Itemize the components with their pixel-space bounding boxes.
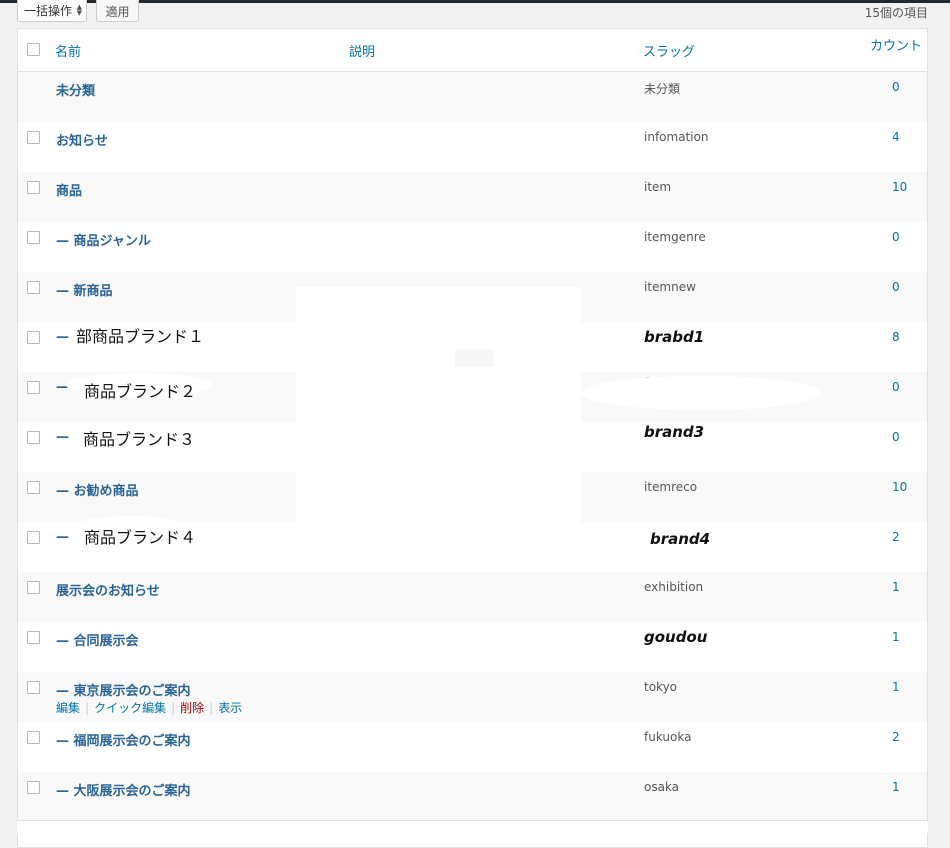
- redaction-inner: [455, 349, 494, 367]
- table-footer: [17, 820, 928, 833]
- row-checkbox[interactable]: [27, 781, 40, 794]
- category-name-link[interactable]: — 商品ジャンル: [56, 230, 151, 249]
- table-row: 展示会のお知らせ exhibition 1: [18, 572, 927, 622]
- category-slug: goudou: [644, 628, 708, 646]
- category-count-link[interactable]: 4: [892, 130, 900, 144]
- category-count-link[interactable]: 0: [892, 380, 900, 394]
- row-checkbox[interactable]: [27, 531, 40, 544]
- row-checkbox[interactable]: [27, 681, 40, 694]
- column-name[interactable]: 名前: [55, 41, 81, 60]
- category-slug: brand4: [650, 530, 711, 548]
- category-name-link[interactable]: — 新商品: [56, 280, 113, 299]
- table-row: お知らせ infomation 4: [18, 122, 927, 172]
- category-slug: osaka: [644, 780, 680, 794]
- category-count-link[interactable]: 1: [892, 630, 900, 644]
- category-count-link[interactable]: 1: [892, 580, 900, 594]
- row-checkbox[interactable]: [27, 381, 40, 394]
- view-link[interactable]: 表示: [218, 701, 242, 715]
- column-description[interactable]: 説明: [349, 41, 375, 60]
- category-slug: itemreco: [644, 480, 698, 494]
- category-count-link[interactable]: 1: [892, 680, 900, 694]
- category-count-link[interactable]: 8: [892, 330, 900, 344]
- edit-link[interactable]: 編集: [56, 701, 80, 715]
- category-name-link[interactable]: 展示会のお知らせ: [56, 580, 160, 599]
- quick-edit-link[interactable]: クイック編集: [94, 701, 166, 715]
- brand-label: 商品ブランド２: [84, 382, 197, 401]
- bulk-action-select[interactable]: 一括操作 ▲ ▼: [17, 0, 87, 22]
- category-count-link[interactable]: 0: [892, 280, 900, 294]
- category-name-link[interactable]: 商品: [56, 180, 82, 199]
- table-row: — 福岡展示会のご案内 fukuoka 2: [18, 722, 927, 772]
- category-slug: exhibition: [644, 580, 704, 594]
- row-checkbox[interactable]: [27, 281, 40, 294]
- column-slug[interactable]: スラッグ: [643, 41, 695, 60]
- category-count-link[interactable]: 10: [892, 180, 907, 194]
- table-row: 商品 item 10: [18, 172, 927, 222]
- row-actions: 編集 | クイック編集 | 削除 | 表示: [56, 699, 242, 716]
- hierarchy-dash: —: [56, 430, 69, 445]
- category-slug: 未分類: [644, 82, 681, 96]
- category-slug: item: [644, 180, 672, 194]
- category-count-link[interactable]: 0: [892, 430, 900, 444]
- separator: |: [209, 701, 214, 715]
- category-count-link[interactable]: 2: [892, 730, 900, 744]
- row-checkbox[interactable]: [27, 181, 40, 194]
- bulk-action-label: 一括操作: [24, 4, 73, 18]
- table-row: — 商品ジャンル itemgenre 0: [18, 222, 927, 272]
- redaction-block: [296, 287, 581, 527]
- category-slug: infomation: [644, 130, 709, 144]
- table-row: — 大阪展示会のご案内 osaka 1: [18, 772, 927, 822]
- row-checkbox[interactable]: [27, 731, 40, 744]
- category-slug: brand3: [644, 423, 705, 441]
- category-count-link[interactable]: 2: [892, 530, 900, 544]
- row-checkbox[interactable]: [27, 631, 40, 644]
- category-name-link[interactable]: — 福岡展示会のご案内: [56, 730, 191, 749]
- select-arrows-icon: ▲ ▼: [76, 3, 82, 17]
- category-slug: itemgenre: [644, 230, 706, 244]
- category-name-link[interactable]: 未分類: [56, 80, 95, 99]
- category-slug: tokyo: [644, 680, 678, 694]
- category-count-link[interactable]: 0: [892, 80, 900, 94]
- category-slug: brabd1: [644, 328, 705, 346]
- category-name-link[interactable]: お知らせ: [56, 130, 108, 149]
- hierarchy-dash: —: [56, 330, 69, 345]
- select-all-checkbox[interactable]: [27, 43, 40, 56]
- delete-link[interactable]: 削除: [180, 701, 204, 715]
- category-slug: fukuoka: [644, 730, 692, 744]
- redaction-smudge: [581, 376, 821, 410]
- category-count-link[interactable]: 10: [892, 480, 907, 494]
- brand-label: 商品ブランド３: [79, 425, 200, 451]
- row-checkbox[interactable]: [27, 431, 40, 444]
- category-name-link[interactable]: — お勧め商品: [56, 480, 139, 499]
- separator: |: [171, 701, 176, 715]
- category-name-link[interactable]: — 大阪展示会のご案内: [56, 780, 191, 799]
- apply-button[interactable]: 適用: [96, 0, 139, 22]
- category-count-link[interactable]: 1: [892, 780, 900, 794]
- row-checkbox[interactable]: [27, 231, 40, 244]
- category-name-link[interactable]: — 合同展示会: [56, 630, 139, 649]
- table-row: — 東京展示会のご案内 編集 | クイック編集 | 削除 | 表示 tokyo 1: [18, 672, 927, 722]
- row-checkbox[interactable]: [27, 581, 40, 594]
- table-row: 未分類 未分類 0: [18, 72, 927, 122]
- category-count-link[interactable]: 0: [892, 230, 900, 244]
- row-checkbox[interactable]: [27, 131, 40, 144]
- items-count: 15個の項目: [864, 6, 928, 20]
- table-header: 名前 説明 スラッグ カウント: [18, 29, 927, 72]
- brand-label: 部商品ブランド１: [72, 322, 209, 348]
- row-checkbox[interactable]: [27, 481, 40, 494]
- separator: |: [85, 701, 90, 715]
- table-row: — 合同展示会 goudou 1: [18, 622, 927, 672]
- category-slug: itemnew: [644, 280, 696, 294]
- row-checkbox[interactable]: [27, 331, 40, 344]
- admin-top-bar: [0, 0, 950, 3]
- category-name-link[interactable]: — 東京展示会のご案内: [56, 680, 191, 699]
- brand-label: 商品ブランド４: [84, 528, 197, 547]
- column-count[interactable]: カウント: [870, 35, 922, 54]
